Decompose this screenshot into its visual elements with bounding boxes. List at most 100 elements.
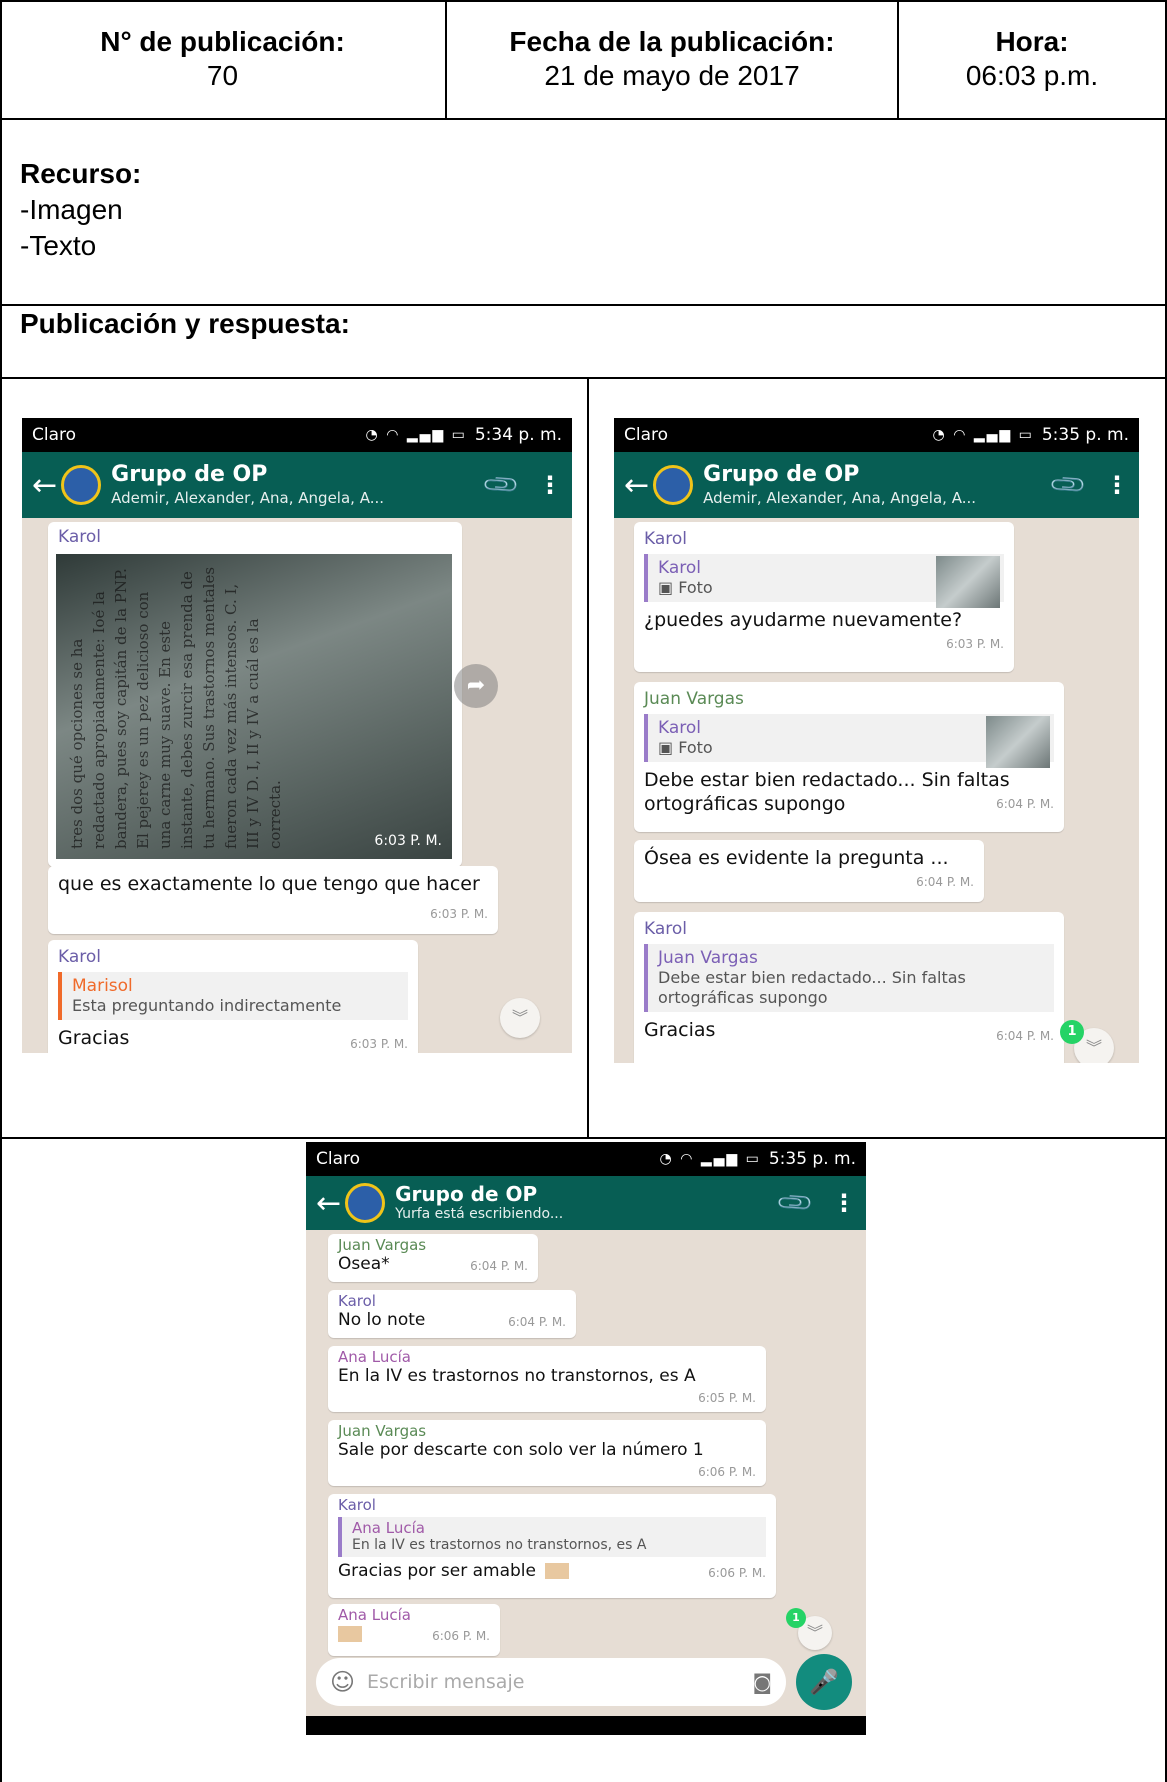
- group-title[interactable]: Grupo de OP: [111, 462, 476, 488]
- quoted-sender: Marisol: [72, 976, 133, 996]
- message-text: Gracias: [58, 1027, 130, 1049]
- scroll-down-icon[interactable]: ︾: [500, 998, 540, 1038]
- nav-recents-icon[interactable]: □: [759, 1733, 784, 1735]
- status-bar: Claro ◔ ◠ ▂▄▆ ▭ 5:35 p. m.: [306, 1142, 866, 1176]
- carrier-label: Claro: [316, 1149, 361, 1169]
- quoted-text: Foto: [678, 738, 713, 757]
- text-message[interactable]: Karol No lo note 6:04 P. M.: [328, 1290, 576, 1338]
- status-time: 5:34 p. m.: [474, 425, 562, 445]
- group-avatar[interactable]: [61, 465, 102, 505]
- message-text: Ósea es evidente la pregunta ...: [644, 847, 949, 869]
- back-arrow-icon[interactable]: ←: [32, 468, 57, 503]
- message-text: Gracias: [644, 1019, 716, 1041]
- emoji-icon[interactable]: ☺: [330, 1668, 355, 1696]
- table-border-left: [0, 0, 2, 1782]
- chat-screenshot-2: Claro ◔ ◠ ▂▄▆ ▭ 5:35 p. m. ← Grupo de OP…: [614, 418, 1139, 1063]
- message-sender: Juan Vargas: [644, 689, 744, 709]
- attach-clip-icon[interactable]: 📎: [775, 1183, 816, 1224]
- quoted-message[interactable]: Karol ▣ Foto: [644, 554, 1004, 608]
- photo-attachment[interactable]: tres dos qué opciones se ha redactado ap…: [56, 554, 452, 859]
- quoted-text: Esta preguntando indirectamente: [72, 996, 342, 1015]
- android-navbar: ◁ ○ □: [306, 1716, 866, 1735]
- group-avatar[interactable]: [345, 1183, 386, 1223]
- table-col-divider: [587, 377, 589, 1137]
- reply-message[interactable]: Karol Ana Lucía En la IV es trastornos n…: [328, 1494, 776, 1598]
- message-sender: Karol: [58, 527, 102, 547]
- photo-text: tres dos qué opciones se ha redactado ap…: [68, 566, 284, 849]
- message-sender: Karol: [644, 529, 688, 549]
- unread-badge: 1: [786, 1608, 806, 1628]
- camera-icon: ▣: [658, 738, 679, 757]
- group-members: Ademir, Alexander, Ana, Angela, A...: [703, 489, 977, 507]
- quoted-message[interactable]: Juan Vargas Debe estar bien redactado...…: [644, 944, 1054, 1012]
- chat-screenshot-3: Claro ◔ ◠ ▂▄▆ ▭ 5:35 p. m. ← Grupo de OP…: [306, 1142, 866, 1735]
- group-title[interactable]: Grupo de OP: [395, 1183, 770, 1205]
- document-sheet: N° de publicación: 70 Fecha de la public…: [0, 0, 1167, 1782]
- signal-icons: ◔ ◠ ▂▄▆ ▭: [659, 1151, 761, 1167]
- more-menu-icon[interactable]: ⋮: [538, 471, 562, 499]
- publication-hour-cell: Hora: 06:03 p.m.: [899, 0, 1165, 118]
- text-message[interactable]: que es exactamente lo que tengo que hace…: [48, 866, 498, 934]
- typing-status: Yurfa está escribiendo...: [395, 1206, 564, 1222]
- resource-item: -Imagen: [20, 194, 123, 225]
- reply-message[interactable]: Karol Karol ▣ Foto ¿puedes ayudarme nuev…: [634, 522, 1014, 672]
- message-sender: Karol: [58, 947, 102, 967]
- nav-home-icon[interactable]: ○: [572, 1733, 595, 1735]
- resource-item: -Texto: [20, 230, 97, 261]
- group-title[interactable]: Grupo de OP: [703, 462, 1043, 488]
- back-arrow-icon[interactable]: ←: [624, 468, 649, 503]
- reply-message[interactable]: Karol Marisol Esta preguntando indirecta…: [48, 940, 418, 1053]
- quoted-sender: Ana Lucía: [352, 1519, 425, 1537]
- publication-date-label: Fecha de la publicación:: [509, 26, 835, 57]
- share-icon[interactable]: ➦: [454, 664, 498, 708]
- more-menu-icon[interactable]: ⋮: [832, 1189, 856, 1217]
- resource-section: Recurso: -Imagen -Texto: [20, 156, 141, 264]
- message-sender: Karol: [338, 1292, 376, 1310]
- attach-clip-icon[interactable]: 📎: [1048, 465, 1089, 506]
- status-time: 5:35 p. m.: [768, 1149, 856, 1169]
- mic-button[interactable]: 🎤: [796, 1654, 852, 1710]
- quoted-message[interactable]: Ana Lucía En la IV es trastornos no tran…: [338, 1517, 766, 1557]
- message-sender: Ana Lucía: [338, 1606, 411, 1624]
- reply-message[interactable]: Karol Juan Vargas Debe estar bien redact…: [634, 912, 1064, 1063]
- publication-number-cell: N° de publicación: 70: [0, 0, 445, 118]
- message-input[interactable]: Escribir mensaje: [367, 1671, 753, 1693]
- message-text: En la IV es trastornos no transtornos, e…: [338, 1366, 696, 1386]
- text-message[interactable]: Ósea es evidente la pregunta ... 6:04 P.…: [634, 840, 984, 902]
- quoted-sender: Juan Vargas: [658, 948, 758, 968]
- publication-hour-value: 06:03 p.m.: [965, 60, 1099, 91]
- table-divider: [0, 377, 1167, 379]
- more-menu-icon[interactable]: ⋮: [1105, 471, 1129, 499]
- signal-icons: ◔ ◠ ▂▄▆ ▭: [932, 427, 1034, 443]
- photo-thumbnail: [936, 556, 1000, 608]
- publication-heading: Publicación y respuesta:: [20, 308, 350, 339]
- text-message[interactable]: Juan Vargas Sale por descarte con solo v…: [328, 1420, 766, 1486]
- photo-thumbnail: [986, 716, 1050, 768]
- quoted-text: Foto: [678, 578, 713, 597]
- status-time: 5:35 p. m.: [1041, 425, 1129, 445]
- message-composer[interactable]: ☺ Escribir mensaje ◙: [316, 1658, 786, 1706]
- message-time: 6:04 P. M.: [470, 1259, 528, 1273]
- emoji-placeholder: [545, 1563, 570, 1579]
- text-message[interactable]: Ana Lucía En la IV es trastornos no tran…: [328, 1346, 766, 1412]
- publication-date-value: 21 de mayo de 2017: [544, 60, 800, 91]
- quoted-message[interactable]: Karol ▣ Foto: [644, 714, 1054, 768]
- image-message[interactable]: Karol tres dos qué opciones se ha redact…: [48, 522, 462, 867]
- message-time: 6:04 P. M.: [996, 1029, 1054, 1043]
- quoted-message[interactable]: Marisol Esta preguntando indirectamente: [58, 972, 408, 1020]
- status-bar: Claro ◔ ◠ ▂▄▆ ▭ 5:34 p. m.: [22, 418, 572, 452]
- emoji-message[interactable]: Ana Lucía 6:06 P. M.: [328, 1604, 500, 1656]
- attach-clip-icon[interactable]: 📎: [481, 465, 522, 506]
- nav-back-icon[interactable]: ◁: [388, 1733, 408, 1735]
- photo-time: 6:03 P. M.: [374, 833, 442, 849]
- carrier-label: Claro: [624, 425, 669, 445]
- message-time: 6:06 P. M.: [708, 1566, 766, 1580]
- back-arrow-icon[interactable]: ←: [316, 1186, 341, 1221]
- table-divider: [0, 118, 1167, 120]
- reply-message[interactable]: Juan Vargas Karol ▣ Foto Debe estar bien…: [634, 682, 1064, 832]
- text-message[interactable]: Juan Vargas Osea* 6:04 P. M.: [328, 1234, 538, 1282]
- group-avatar[interactable]: [653, 465, 694, 505]
- message-sender: Juan Vargas: [338, 1422, 427, 1440]
- camera-icon[interactable]: ◙: [753, 1670, 772, 1694]
- message-time: 6:03 P. M.: [430, 907, 488, 921]
